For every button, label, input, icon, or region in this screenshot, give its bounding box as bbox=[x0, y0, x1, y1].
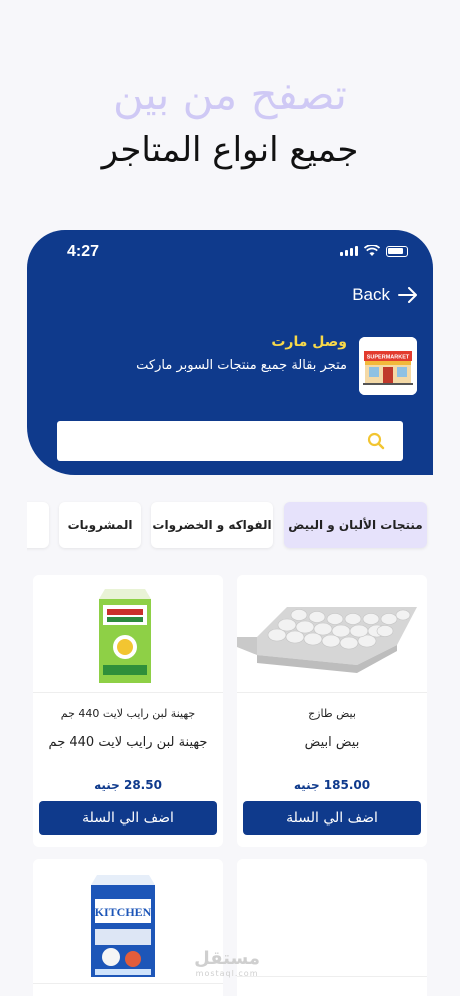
store-description: متجر بقالة جميع منتجات السوبر ماركت bbox=[136, 358, 347, 373]
phone-screen: 4:27 Back SUPERMARKET وصل مارت متجر بقال… bbox=[27, 230, 433, 996]
product-card[interactable] bbox=[237, 859, 427, 996]
promo-headline-dark: جميع انواع المتاجر bbox=[101, 130, 359, 170]
wifi-icon bbox=[364, 245, 380, 257]
product-image-juhayna bbox=[33, 575, 223, 693]
battery-icon bbox=[386, 245, 408, 257]
product-price: 185.00 جنيه bbox=[293, 778, 371, 792]
tab-fruits-vegetables[interactable]: الفواكه و الخضروات bbox=[151, 502, 273, 548]
back-button[interactable]: Back bbox=[352, 285, 418, 305]
watermark-latin: mostaql.com bbox=[195, 969, 259, 978]
add-to-cart-button[interactable]: اضف الي السلة bbox=[39, 801, 217, 835]
svg-text:KITCHEN: KITCHEN bbox=[95, 905, 152, 919]
product-title: بيض طازج bbox=[308, 707, 356, 720]
tab-beverages[interactable]: المشروبات bbox=[59, 502, 141, 548]
search-icon[interactable] bbox=[367, 432, 385, 450]
category-tabs: منتجات الألبان و البيض الفواكه و الخضروا… bbox=[27, 502, 433, 552]
product-image bbox=[237, 859, 427, 977]
product-image-eggs bbox=[237, 575, 427, 693]
watermark-logo: مستقل mostaql.com bbox=[194, 948, 260, 978]
back-label: Back bbox=[352, 285, 390, 304]
status-icons bbox=[340, 245, 408, 257]
add-to-cart-button[interactable]: اضف الي السلة bbox=[243, 801, 421, 835]
store-logo: SUPERMARKET bbox=[359, 337, 417, 395]
status-time: 4:27 bbox=[67, 243, 100, 260]
status-bar: 4:27 bbox=[27, 230, 433, 275]
store-header: SUPERMARKET وصل مارت متجر بقالة جميع منت… bbox=[27, 317, 433, 475]
signal-icon bbox=[340, 246, 358, 256]
product-subtitle: بيض ابيض bbox=[304, 735, 360, 750]
product-title: جهينة لبن رايب لايت 440 جم bbox=[60, 707, 196, 720]
store-name: وصل مارت bbox=[271, 334, 347, 350]
arrow-right-icon bbox=[398, 287, 417, 303]
tab-more[interactable]: سن bbox=[27, 502, 49, 548]
svg-text:SUPERMARKET: SUPERMARKET bbox=[367, 355, 410, 361]
product-card[interactable]: بيض طازج بيض ابيض 185.00 جنيه اضف الي ال… bbox=[237, 575, 427, 847]
product-card[interactable]: جهينة لبن رايب لايت 440 جم جهينة لبن راي… bbox=[33, 575, 223, 847]
product-price: 28.50 جنيه bbox=[94, 778, 162, 792]
watermark-arabic: مستقل bbox=[194, 948, 260, 969]
promo-headline-light: تصفح من بين bbox=[113, 70, 347, 119]
tab-dairy-eggs[interactable]: منتجات الألبان و البيض bbox=[284, 502, 427, 548]
product-subtitle: جهينة لبن رايب لايت 440 جم bbox=[48, 735, 208, 750]
search-input[interactable] bbox=[57, 421, 403, 461]
nav-bar: Back bbox=[27, 275, 433, 317]
